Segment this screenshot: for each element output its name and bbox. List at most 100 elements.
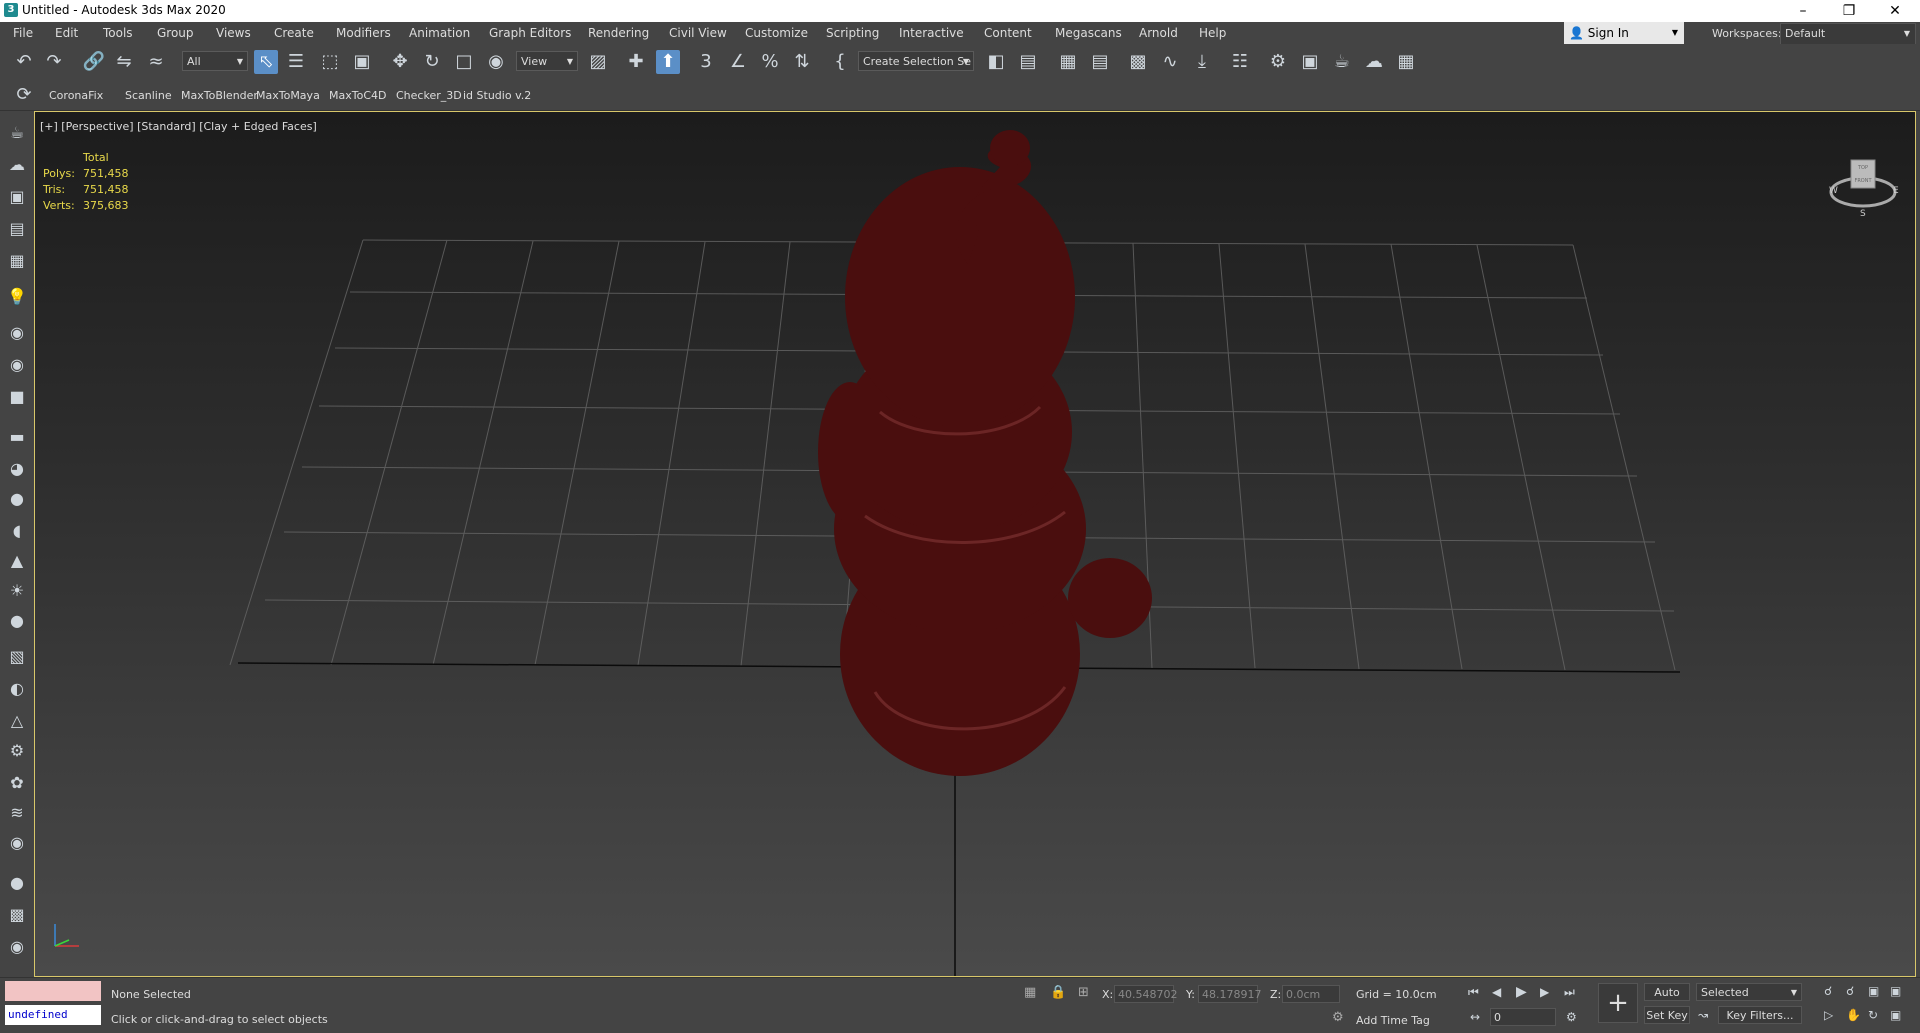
teapot-icon[interactable]: ☕ bbox=[5, 121, 29, 145]
menu-tools[interactable]: Tools bbox=[103, 26, 133, 40]
zoom-icon[interactable]: ☌ bbox=[1824, 984, 1832, 998]
go-to-start-icon[interactable]: ⏮ bbox=[1468, 985, 1479, 1000]
speaker-icon[interactable]: ◉ bbox=[5, 353, 29, 377]
document-icon[interactable]: ▤ bbox=[5, 217, 29, 241]
orbit-icon[interactable]: ↻ bbox=[1868, 1008, 1878, 1022]
menu-scripting[interactable]: Scripting bbox=[826, 26, 879, 40]
shelf-maxtoc4d[interactable]: MaxToC4D bbox=[329, 89, 386, 102]
rectangular-selection-icon[interactable]: ⬚ bbox=[318, 50, 342, 74]
angle-snap-icon[interactable]: ∠ bbox=[726, 50, 750, 74]
render-setup-icon[interactable]: ⚙ bbox=[1266, 50, 1290, 74]
reference-coordinate-dropdown[interactable]: View ▼ bbox=[516, 51, 578, 71]
refresh-icon[interactable]: ⟳ bbox=[12, 83, 36, 107]
sphere-icon[interactable]: ● bbox=[5, 487, 29, 511]
key-tangent-icon[interactable]: ↝ bbox=[1698, 1008, 1708, 1022]
menu-edit[interactable]: Edit bbox=[55, 26, 78, 40]
z-coord-field[interactable]: 0.0cm bbox=[1282, 985, 1340, 1003]
maximize-viewport-icon[interactable]: ▣ bbox=[1890, 1008, 1901, 1022]
render-icon[interactable]: ◉ bbox=[5, 935, 29, 959]
maxscript-listener-output[interactable]: undefined bbox=[5, 1005, 101, 1025]
viewcube-gizmo[interactable]: TOP FRONT W E S bbox=[1823, 146, 1903, 226]
grid-pattern-icon[interactable]: ▧ bbox=[5, 645, 29, 669]
y-coord-field[interactable]: 48.178917 bbox=[1198, 985, 1262, 1003]
shelf-maxtoblender[interactable]: MaxToBlender bbox=[181, 89, 258, 102]
percent-snap-icon[interactable]: % bbox=[758, 50, 782, 74]
undo-icon[interactable]: ↶ bbox=[12, 50, 36, 74]
cone-icon[interactable]: ▲ bbox=[5, 549, 29, 573]
viewcube[interactable]: TOP FRONT W E S bbox=[1823, 146, 1903, 226]
current-frame-field[interactable]: 0 bbox=[1490, 1008, 1556, 1026]
restore-icon[interactable]: ❐ bbox=[1826, 0, 1872, 22]
menu-megascans[interactable]: Megascans bbox=[1055, 26, 1122, 40]
selection-filter-dropdown[interactable]: All ▼ bbox=[182, 51, 248, 71]
set-key-button[interactable]: Set Key bbox=[1644, 1006, 1690, 1024]
zoom-extents-all-icon[interactable]: ▣ bbox=[1890, 984, 1901, 998]
field-of-view-icon[interactable]: ▷ bbox=[1824, 1008, 1833, 1022]
ball-icon[interactable]: ● bbox=[5, 609, 29, 633]
scale-icon[interactable]: □ bbox=[452, 50, 476, 74]
menu-customize[interactable]: Customize bbox=[745, 26, 808, 40]
time-config-icon[interactable]: ↔ bbox=[1470, 1010, 1480, 1024]
key-mode-dropdown[interactable]: Selected ▼ bbox=[1696, 983, 1802, 1001]
keyboard-shortcut-override-icon[interactable]: ⬆ bbox=[656, 50, 680, 74]
absolute-mode-icon[interactable]: ⊞ bbox=[1078, 985, 1089, 1000]
redo-icon[interactable]: ↷ bbox=[42, 50, 66, 74]
lightbulb-icon[interactable]: 💡 bbox=[5, 285, 29, 309]
wireframe-icon[interactable]: △ bbox=[5, 709, 29, 733]
grass-icon[interactable]: ✿ bbox=[5, 771, 29, 795]
dome-icon[interactable]: ◖ bbox=[5, 519, 29, 543]
cloud-icon[interactable]: ☁ bbox=[5, 153, 29, 177]
molecule-icon[interactable]: ◐ bbox=[5, 677, 29, 701]
menu-modifiers[interactable]: Modifiers bbox=[336, 26, 391, 40]
auto-key-button[interactable]: Auto Key bbox=[1644, 983, 1690, 1017]
material-icon[interactable]: ▩ bbox=[5, 903, 29, 927]
time-tag-icon[interactable]: ⚙ bbox=[1332, 1010, 1344, 1025]
lock-icon[interactable]: 🔒 bbox=[1050, 985, 1066, 1000]
hemisphere-icon[interactable]: ◕ bbox=[5, 457, 29, 481]
play-icon[interactable]: ▶ bbox=[1516, 984, 1527, 1000]
align-icon[interactable]: ▤ bbox=[1016, 50, 1040, 74]
x-coord-field[interactable]: 40.548702 bbox=[1114, 985, 1178, 1003]
select-by-name-icon[interactable]: ☰ bbox=[284, 50, 308, 74]
zoom-all-icon[interactable]: ☌ bbox=[1846, 984, 1854, 998]
render-cloud-icon[interactable]: ☁ bbox=[1362, 50, 1386, 74]
zoom-extents-icon[interactable]: ▣ bbox=[1868, 984, 1879, 998]
pivot-center-icon[interactable]: ▨ bbox=[586, 50, 610, 74]
menu-file[interactable]: File bbox=[13, 26, 33, 40]
menu-interactive[interactable]: Interactive bbox=[899, 26, 964, 40]
named-selection-set-dropdown[interactable]: Create Selection Se ▼ bbox=[858, 51, 974, 71]
gear-icon[interactable]: ⚙ bbox=[5, 739, 29, 763]
shelf-maxtomaya[interactable]: MaxToMaya bbox=[256, 89, 320, 102]
key-filters-button[interactable]: Key Filters... bbox=[1718, 1006, 1802, 1024]
time-configuration-icon[interactable]: ⚙ bbox=[1566, 1010, 1577, 1024]
table-icon[interactable]: ▦ bbox=[5, 249, 29, 273]
go-to-end-icon[interactable]: ⏭ bbox=[1564, 985, 1575, 1000]
menu-group[interactable]: Group bbox=[157, 26, 194, 40]
menu-arnold[interactable]: Arnold bbox=[1139, 26, 1178, 40]
menu-graph-editors[interactable]: Graph Editors bbox=[489, 26, 571, 40]
shelf-coronafix[interactable]: CoronaFix bbox=[49, 89, 103, 102]
render-production-icon[interactable]: ☕ bbox=[1330, 50, 1354, 74]
scene-explorer-icon[interactable]: ▦ bbox=[1056, 50, 1080, 74]
menu-create[interactable]: Create bbox=[274, 26, 314, 40]
texture-ball-icon[interactable]: ◉ bbox=[5, 831, 29, 855]
bind-space-warp-icon[interactable]: ≈ bbox=[144, 50, 168, 74]
previous-frame-icon[interactable]: ◀ bbox=[1492, 985, 1501, 999]
shelf-checker3d[interactable]: Checker_3D bbox=[396, 89, 462, 102]
menu-civil-view[interactable]: Civil View bbox=[669, 26, 727, 40]
layer-explorer-icon[interactable]: ▤ bbox=[1088, 50, 1112, 74]
sun-icon[interactable]: ☀ bbox=[5, 579, 29, 603]
set-key-plus-button[interactable]: + bbox=[1598, 983, 1638, 1023]
toggle-ribbon-icon[interactable]: ▩ bbox=[1126, 50, 1150, 74]
plane-icon[interactable]: ▬ bbox=[5, 425, 29, 449]
move-icon[interactable]: ✥ bbox=[388, 50, 412, 74]
image-icon[interactable]: ▣ bbox=[5, 185, 29, 209]
menu-rendering[interactable]: Rendering bbox=[588, 26, 649, 40]
add-time-tag[interactable]: Add Time Tag bbox=[1356, 1014, 1430, 1027]
schematic-view-icon[interactable]: ⤓ bbox=[1190, 50, 1214, 74]
menu-views[interactable]: Views bbox=[216, 26, 251, 40]
maxscript-listener-input[interactable] bbox=[5, 981, 101, 1001]
camera-icon[interactable]: ◉ bbox=[5, 321, 29, 345]
edit-named-selection-icon[interactable]: { bbox=[828, 50, 852, 74]
menu-animation[interactable]: Animation bbox=[409, 26, 470, 40]
